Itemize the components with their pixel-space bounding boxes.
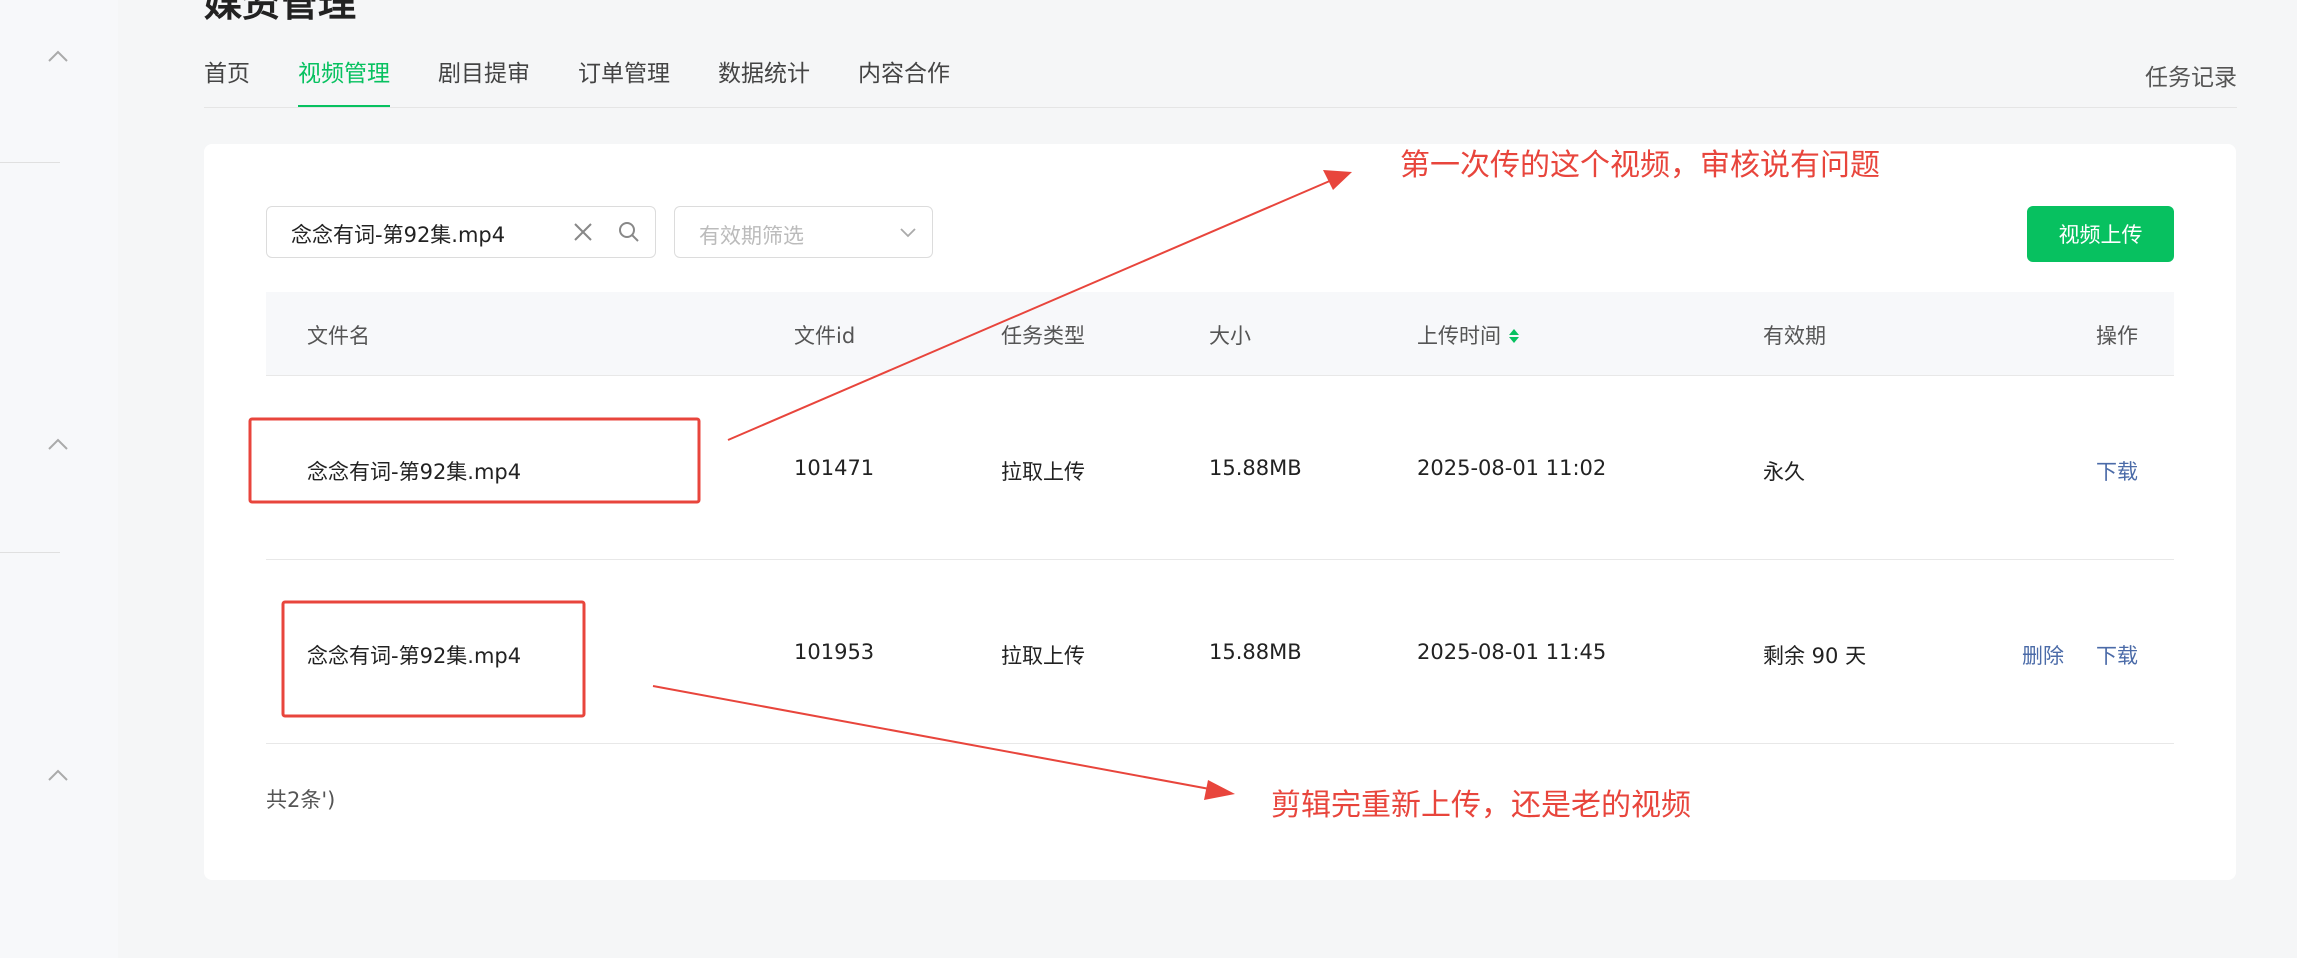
sidebar-divider	[0, 552, 60, 553]
cell-size: 15.88MB	[1209, 456, 1302, 480]
total-count: 共2条')	[266, 788, 336, 812]
chevron-up-icon[interactable]	[45, 434, 71, 454]
cell-upload-time: 2025-08-01 11:45	[1417, 640, 1607, 664]
annotation-text-bottom: 剪辑完重新上传，还是老的视频	[1271, 788, 1691, 823]
sidebar	[0, 0, 118, 958]
tab-drama-review[interactable]: 剧目提审	[438, 54, 530, 108]
search-input[interactable]: 念念有词-第92集.mp4	[266, 206, 656, 258]
cell-upload-time: 2025-08-01 11:02	[1417, 456, 1607, 480]
task-record-link[interactable]: 任务记录	[2145, 58, 2237, 92]
chevron-up-icon[interactable]	[45, 765, 71, 785]
column-header-size: 大小	[1209, 324, 1251, 348]
cell-file-name: 念念有词-第92集.mp4	[307, 644, 522, 668]
annotation-text-top: 第一次传的这个视频，审核说有问题	[1400, 148, 1880, 183]
delete-link[interactable]: 删除	[2022, 640, 2064, 670]
video-upload-button[interactable]: 视频上传	[2027, 206, 2174, 262]
cell-file-id: 101953	[794, 640, 875, 664]
page-title: 媒资管理	[204, 0, 357, 25]
cell-validity: 永久	[1763, 460, 1805, 484]
table-row: 念念有词-第92集.mp4 101471 拉取上传 15.88MB 2025-0…	[266, 376, 2174, 560]
column-header-validity: 有效期	[1763, 324, 1826, 348]
cell-task-type: 拉取上传	[1001, 644, 1085, 668]
tabs-divider	[204, 107, 2237, 108]
cell-task-type: 拉取上传	[1001, 460, 1085, 484]
close-icon[interactable]	[572, 221, 594, 243]
download-link[interactable]: 下载	[2096, 640, 2138, 670]
download-link[interactable]: 下载	[2096, 456, 2138, 486]
chevron-down-icon	[900, 228, 916, 238]
search-input-value: 念念有词-第92集.mp4	[291, 223, 506, 247]
validity-filter-select[interactable]: 有效期筛选	[674, 206, 933, 258]
tab-home[interactable]: 首页	[204, 54, 250, 108]
table-row: 念念有词-第92集.mp4 101953 拉取上传 15.88MB 2025-0…	[266, 560, 2174, 744]
tab-data-statistics[interactable]: 数据统计	[718, 54, 810, 108]
tab-video-management[interactable]: 视频管理	[298, 54, 390, 108]
video-list-card: 念念有词-第92集.mp4 有效期筛选 视频上传 文件名 文件id 任务类型 大…	[204, 144, 2236, 880]
table-header: 文件名 文件id 任务类型 大小 上传时间 有效期 操作	[266, 292, 2174, 376]
sidebar-divider	[0, 162, 60, 163]
cell-validity: 剩余 90 天	[1763, 644, 1867, 668]
nav-tabs: 首页 视频管理 剧目提审 订单管理 数据统计 内容合作	[204, 54, 998, 108]
validity-filter-placeholder: 有效期筛选	[699, 224, 804, 248]
column-header-file-name: 文件名	[307, 324, 370, 348]
cell-size: 15.88MB	[1209, 640, 1302, 664]
tab-order-management[interactable]: 订单管理	[578, 54, 670, 108]
column-header-actions: 操作	[2096, 324, 2138, 348]
cell-file-id: 101471	[794, 456, 875, 480]
sort-icon[interactable]	[1507, 326, 1521, 346]
chevron-up-icon[interactable]	[45, 46, 71, 66]
tab-content-cooperation[interactable]: 内容合作	[858, 54, 950, 108]
column-header-file-id: 文件id	[794, 324, 856, 348]
cell-file-name: 念念有词-第92集.mp4	[307, 460, 522, 484]
search-icon[interactable]	[617, 220, 641, 244]
column-header-task-type: 任务类型	[1001, 324, 1085, 348]
column-header-upload-time-label: 上传时间	[1417, 324, 1501, 348]
column-header-upload-time[interactable]: 上传时间	[1417, 320, 1521, 350]
